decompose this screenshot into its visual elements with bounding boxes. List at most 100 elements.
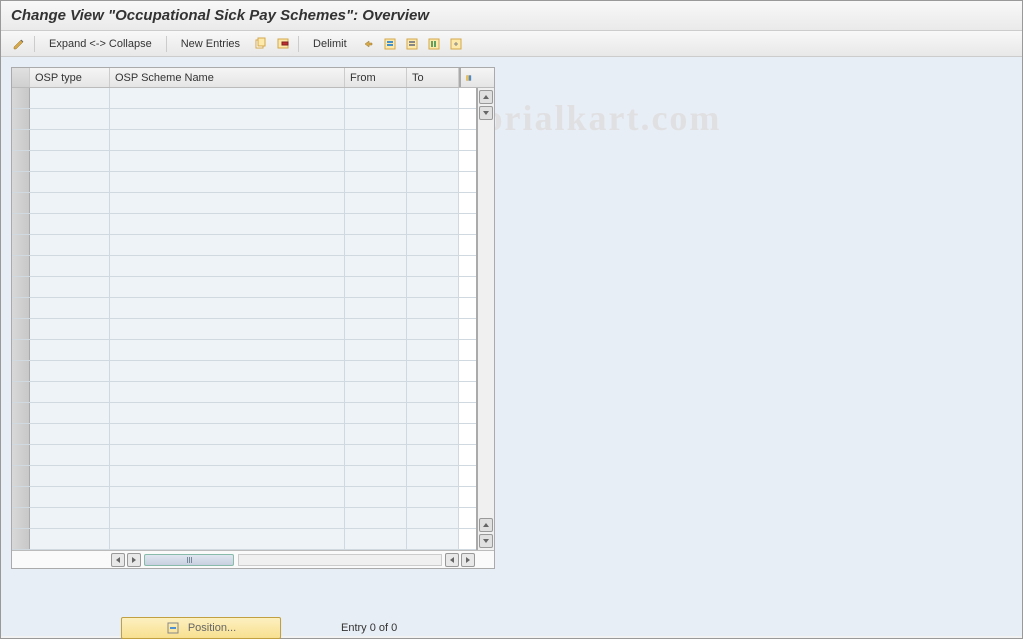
column-header-to[interactable]: To bbox=[407, 68, 459, 87]
row-selector[interactable] bbox=[12, 193, 30, 213]
cell-osp-type[interactable] bbox=[30, 508, 110, 528]
scroll-left-icon[interactable] bbox=[111, 553, 125, 567]
cell-to[interactable] bbox=[407, 214, 459, 234]
scroll-up-icon[interactable] bbox=[479, 518, 493, 532]
cell-from[interactable] bbox=[345, 130, 407, 150]
cell-osp-scheme-name[interactable] bbox=[110, 172, 345, 192]
delete-icon[interactable] bbox=[273, 34, 293, 54]
cell-osp-scheme-name[interactable] bbox=[110, 235, 345, 255]
scroll-thumb[interactable] bbox=[144, 554, 234, 566]
scroll-right-icon[interactable] bbox=[127, 553, 141, 567]
row-selector[interactable] bbox=[12, 508, 30, 528]
row-selector[interactable] bbox=[12, 382, 30, 402]
cell-to[interactable] bbox=[407, 424, 459, 444]
cell-to[interactable] bbox=[407, 466, 459, 486]
cell-to[interactable] bbox=[407, 445, 459, 465]
cell-osp-scheme-name[interactable] bbox=[110, 277, 345, 297]
cell-osp-type[interactable] bbox=[30, 340, 110, 360]
table-config-icon[interactable] bbox=[459, 68, 477, 87]
cell-from[interactable] bbox=[345, 298, 407, 318]
cell-osp-scheme-name[interactable] bbox=[110, 445, 345, 465]
delimit-button[interactable]: Delimit bbox=[304, 35, 356, 53]
cell-from[interactable] bbox=[345, 319, 407, 339]
row-selector[interactable] bbox=[12, 466, 30, 486]
cell-to[interactable] bbox=[407, 508, 459, 528]
cell-to[interactable] bbox=[407, 235, 459, 255]
cell-osp-type[interactable] bbox=[30, 214, 110, 234]
cell-osp-scheme-name[interactable] bbox=[110, 256, 345, 276]
cell-from[interactable] bbox=[345, 277, 407, 297]
cell-osp-type[interactable] bbox=[30, 487, 110, 507]
scroll-down-icon[interactable] bbox=[479, 534, 493, 548]
cell-to[interactable] bbox=[407, 403, 459, 423]
row-selector[interactable] bbox=[12, 319, 30, 339]
cell-to[interactable] bbox=[407, 361, 459, 381]
column-header-from[interactable]: From bbox=[345, 68, 407, 87]
cell-osp-scheme-name[interactable] bbox=[110, 130, 345, 150]
cell-osp-scheme-name[interactable] bbox=[110, 319, 345, 339]
cell-osp-type[interactable] bbox=[30, 193, 110, 213]
vertical-scrollbar[interactable] bbox=[476, 88, 494, 550]
cell-to[interactable] bbox=[407, 88, 459, 108]
row-selector[interactable] bbox=[12, 172, 30, 192]
cell-from[interactable] bbox=[345, 235, 407, 255]
cell-osp-scheme-name[interactable] bbox=[110, 214, 345, 234]
row-selector[interactable] bbox=[12, 403, 30, 423]
cell-osp-type[interactable] bbox=[30, 151, 110, 171]
cell-osp-scheme-name[interactable] bbox=[110, 466, 345, 486]
undo-icon[interactable] bbox=[358, 34, 378, 54]
horizontal-scrollbar[interactable] bbox=[12, 550, 494, 568]
row-selector[interactable] bbox=[12, 487, 30, 507]
row-selector[interactable] bbox=[12, 88, 30, 108]
cell-from[interactable] bbox=[345, 193, 407, 213]
row-selector[interactable] bbox=[12, 340, 30, 360]
select-all-icon[interactable] bbox=[380, 34, 400, 54]
cell-osp-type[interactable] bbox=[30, 466, 110, 486]
row-selector[interactable] bbox=[12, 130, 30, 150]
cell-from[interactable] bbox=[345, 403, 407, 423]
row-selector[interactable] bbox=[12, 361, 30, 381]
row-selector[interactable] bbox=[12, 529, 30, 549]
cell-osp-scheme-name[interactable] bbox=[110, 529, 345, 549]
deselect-all-icon[interactable] bbox=[402, 34, 422, 54]
cell-osp-scheme-name[interactable] bbox=[110, 424, 345, 444]
cell-to[interactable] bbox=[407, 193, 459, 213]
row-selector[interactable] bbox=[12, 151, 30, 171]
cell-osp-type[interactable] bbox=[30, 319, 110, 339]
cell-osp-type[interactable] bbox=[30, 382, 110, 402]
cell-to[interactable] bbox=[407, 109, 459, 129]
cell-to[interactable] bbox=[407, 487, 459, 507]
cell-osp-type[interactable] bbox=[30, 130, 110, 150]
cell-osp-scheme-name[interactable] bbox=[110, 298, 345, 318]
cell-from[interactable] bbox=[345, 424, 407, 444]
cell-osp-scheme-name[interactable] bbox=[110, 109, 345, 129]
cell-osp-scheme-name[interactable] bbox=[110, 151, 345, 171]
cell-osp-scheme-name[interactable] bbox=[110, 193, 345, 213]
row-selector[interactable] bbox=[12, 109, 30, 129]
column-header-osp-type[interactable]: OSP type bbox=[30, 68, 110, 87]
row-selector[interactable] bbox=[12, 445, 30, 465]
expand-collapse-button[interactable]: Expand <-> Collapse bbox=[40, 35, 161, 53]
cell-from[interactable] bbox=[345, 256, 407, 276]
row-selector[interactable] bbox=[12, 235, 30, 255]
scroll-right-icon[interactable] bbox=[461, 553, 475, 567]
cell-to[interactable] bbox=[407, 319, 459, 339]
table-settings-icon[interactable] bbox=[424, 34, 444, 54]
cell-to[interactable] bbox=[407, 340, 459, 360]
cell-from[interactable] bbox=[345, 508, 407, 528]
print-icon[interactable] bbox=[446, 34, 466, 54]
scroll-left-icon[interactable] bbox=[445, 553, 459, 567]
cell-from[interactable] bbox=[345, 88, 407, 108]
cell-from[interactable] bbox=[345, 172, 407, 192]
cell-to[interactable] bbox=[407, 277, 459, 297]
new-entries-button[interactable]: New Entries bbox=[172, 35, 249, 53]
cell-osp-type[interactable] bbox=[30, 298, 110, 318]
cell-osp-scheme-name[interactable] bbox=[110, 88, 345, 108]
cell-osp-scheme-name[interactable] bbox=[110, 508, 345, 528]
cell-osp-scheme-name[interactable] bbox=[110, 340, 345, 360]
cell-to[interactable] bbox=[407, 298, 459, 318]
cell-from[interactable] bbox=[345, 529, 407, 549]
cell-osp-scheme-name[interactable] bbox=[110, 382, 345, 402]
cell-osp-type[interactable] bbox=[30, 424, 110, 444]
scroll-up-icon[interactable] bbox=[479, 90, 493, 104]
